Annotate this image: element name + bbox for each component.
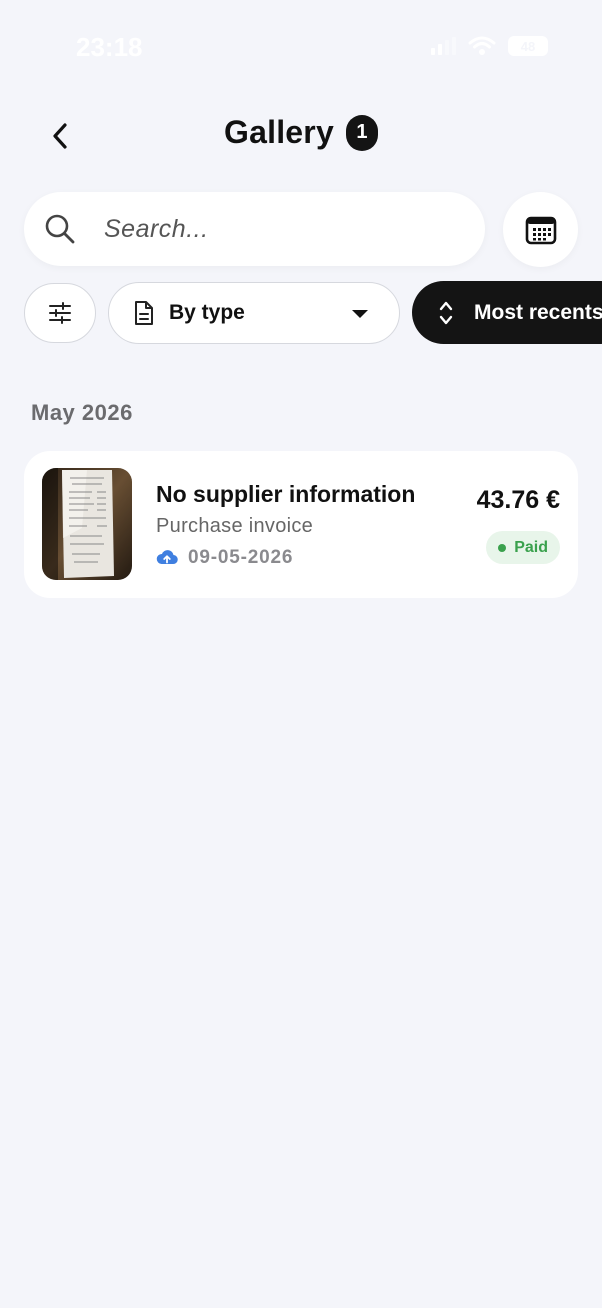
card-date-row: 09-05-2026 [156, 547, 293, 569]
search-bar [24, 192, 485, 266]
calendar-button[interactable] [503, 192, 578, 267]
card-date: 09-05-2026 [188, 547, 294, 568]
card-amount: 43.76 € [476, 486, 560, 514]
document-icon [135, 301, 153, 325]
wifi-icon [468, 36, 496, 55]
status-dot [498, 543, 507, 552]
type-dropdown[interactable]: By type [108, 282, 400, 344]
receipt-thumbnail [42, 468, 132, 580]
battery-icon: 48 [508, 36, 548, 56]
search-icon [45, 214, 75, 244]
caret-down-icon [352, 310, 368, 318]
card-subtitle: Purchase invoice [156, 515, 314, 537]
search-input[interactable] [104, 192, 474, 266]
card-title: No supplier information [156, 481, 416, 507]
calendar-icon [525, 216, 556, 244]
sort-arrows-icon [439, 301, 453, 325]
gallery-screen: 23:18 48 Gallery 1 Search... By type Mos… [0, 0, 602, 1308]
type-dropdown-label: By type [169, 301, 245, 324]
sort-button[interactable]: Most recents [412, 281, 602, 344]
page-title: Gallery [224, 114, 334, 150]
section-heading: May 2026 [31, 400, 133, 425]
signal-icon [431, 37, 456, 55]
sliders-icon [49, 302, 71, 324]
status-bar: 23:18 48 [0, 0, 602, 96]
status-time: 23:18 [76, 32, 143, 62]
filter-settings-button[interactable] [24, 283, 96, 343]
count-badge: 1 [345, 114, 378, 151]
status-icons: 48 [431, 36, 548, 56]
status-badge: Paid [486, 531, 560, 564]
receipt-photo [42, 468, 132, 580]
cloud-upload-icon [156, 550, 178, 565]
document-card[interactable]: No supplier information Purchase invoice… [24, 451, 578, 598]
status-text: Paid [514, 538, 548, 556]
header: Gallery 1 [0, 106, 602, 164]
sort-label: Most recents [474, 301, 602, 324]
title-wrap: Gallery 1 [0, 114, 602, 151]
